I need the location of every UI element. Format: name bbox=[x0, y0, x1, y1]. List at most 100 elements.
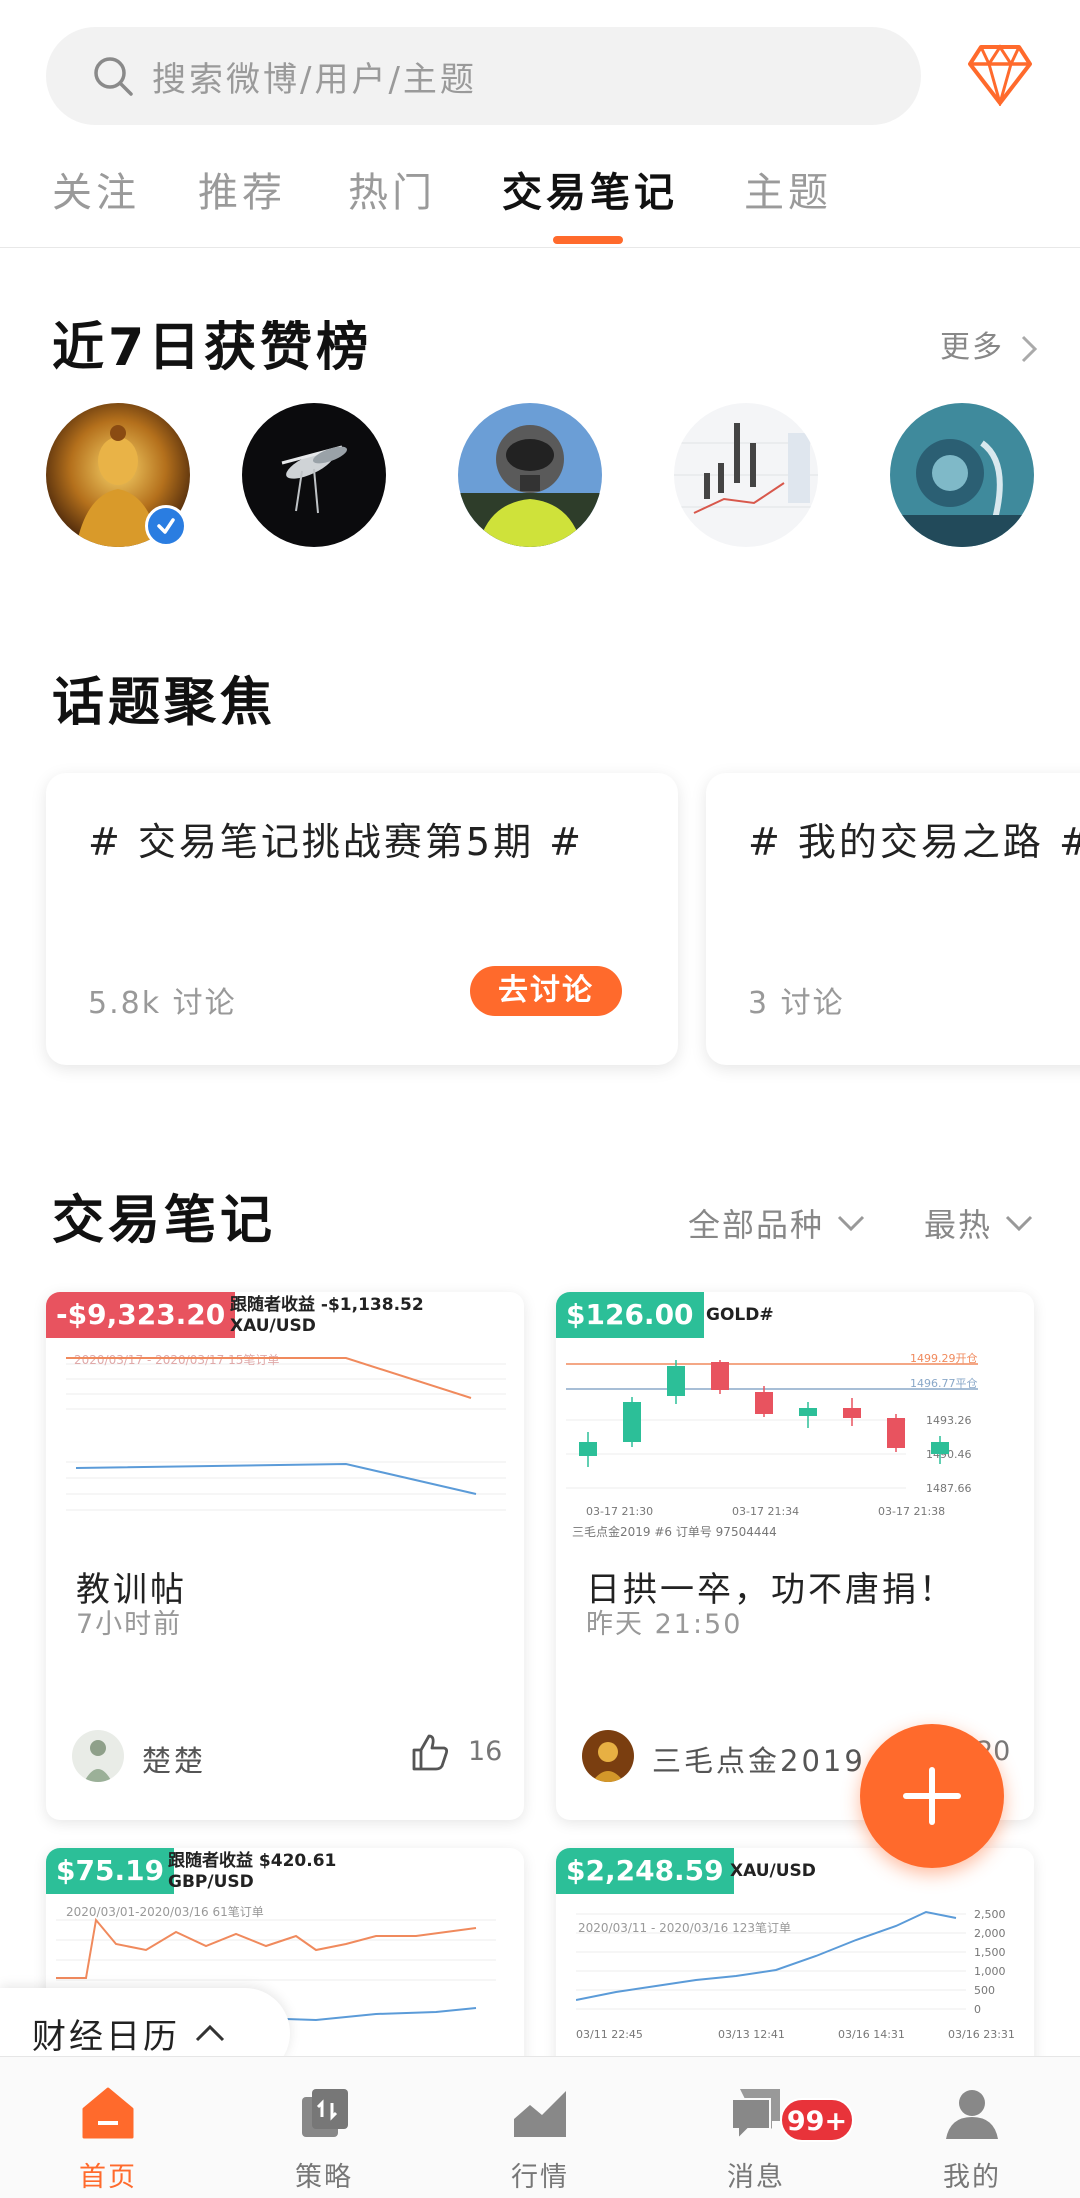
price-tick: 1493.26 bbox=[926, 1414, 972, 1427]
y-tick: 0 bbox=[974, 2003, 981, 2016]
x-tick: 03/11 22:45 bbox=[576, 2028, 643, 2041]
verified-badge-icon bbox=[145, 505, 187, 547]
topic-discussion-count: 3 讨论 bbox=[748, 986, 845, 1021]
bottom-navigation: 首页 策略 行情 消息 我的 bbox=[0, 2056, 1080, 2198]
tab-topics[interactable]: 主题 bbox=[744, 160, 832, 218]
thumbs-up-icon[interactable] bbox=[410, 1732, 450, 1772]
search-input[interactable]: 搜索微博/用户/主题 bbox=[46, 27, 921, 125]
nav-market[interactable]: 行情 bbox=[432, 2057, 648, 2198]
candlestick-chart: 1499.29开仓 1496.77平仓 1493.26 1490.46 1487… bbox=[566, 1351, 978, 1539]
profit-loss-badge: $2,248.59 bbox=[556, 1848, 734, 1894]
strategy-icon bbox=[302, 2089, 348, 2137]
nav-label: 策略 bbox=[295, 2162, 353, 2193]
create-note-button[interactable] bbox=[860, 1724, 1004, 1868]
chart-caption: 三毛点金2019 #6 订单号 97504444 bbox=[572, 1524, 777, 1539]
x-tick: 03/16 23:31 bbox=[948, 2028, 1015, 2041]
author-avatar[interactable] bbox=[72, 1730, 124, 1782]
message-count-badge: 99+ bbox=[780, 2098, 854, 2142]
follower-profit-label: 跟随者收益 $420.61 bbox=[168, 1851, 337, 1871]
equity-chart: 2020/03/17 - 2020/03/17 15笔订单 bbox=[66, 1352, 506, 1511]
chevron-down-icon bbox=[837, 1215, 865, 1232]
note-time: 7小时前 bbox=[76, 1609, 183, 1640]
time-tick: 03-17 21:38 bbox=[878, 1505, 945, 1518]
like-count: 16 bbox=[468, 1736, 503, 1767]
x-tick: 03/16 14:31 bbox=[838, 2028, 905, 2041]
art-avatar-image bbox=[890, 403, 1034, 547]
follower-profit-label: 跟随者收益 -$1,138.52 bbox=[230, 1295, 424, 1315]
nav-profile[interactable]: 我的 bbox=[864, 2057, 1080, 2198]
topics-title: 话题聚焦 bbox=[52, 673, 277, 733]
symbol-filter-label: 全部品种 bbox=[688, 1206, 825, 1244]
symbol-label: XAU/USD bbox=[730, 1861, 816, 1881]
market-chart-icon bbox=[514, 2091, 566, 2137]
open-price-label: 1499.29开仓 bbox=[910, 1351, 978, 1365]
vip-diamond-icon[interactable] bbox=[967, 44, 1033, 106]
nav-label: 首页 bbox=[79, 2162, 137, 2193]
time-tick: 03-17 21:30 bbox=[586, 1505, 653, 1518]
nav-label: 消息 bbox=[727, 2162, 785, 2193]
y-tick: 500 bbox=[974, 1984, 995, 1997]
sort-filter-label: 最热 bbox=[924, 1206, 993, 1244]
rider-avatar-image bbox=[458, 403, 602, 547]
home-icon bbox=[82, 2087, 134, 2139]
tab-bar: 关注 推荐 热门 交易笔记 主题 bbox=[0, 150, 1080, 248]
nav-home[interactable]: 首页 bbox=[0, 2057, 216, 2198]
search-placeholder: 搜索微博/用户/主题 bbox=[152, 59, 477, 100]
time-tick: 03-17 21:34 bbox=[732, 1505, 799, 1518]
x-tick: 03/13 12:41 bbox=[718, 2028, 785, 2041]
insect-avatar-image bbox=[242, 403, 386, 547]
topic-discussion-count: 5.8k 讨论 bbox=[88, 986, 237, 1021]
y-tick: 2,500 bbox=[974, 1908, 1006, 1921]
profit-loss-badge: $126.00 bbox=[556, 1292, 704, 1338]
chevron-up-icon bbox=[195, 2024, 225, 2042]
sort-filter-dropdown[interactable]: 最热 bbox=[924, 1200, 1034, 1246]
author-avatar[interactable] bbox=[582, 1730, 634, 1782]
notes-title: 交易笔记 bbox=[52, 1191, 277, 1251]
search-icon bbox=[94, 57, 133, 96]
topic-card-1[interactable]: # 交易笔记挑战赛第5期 # 5.8k 讨论 去讨论 bbox=[46, 773, 678, 1065]
topic-card-2[interactable]: # 我的交易之路 # 3 讨论 bbox=[706, 773, 1080, 1065]
equity-chart: 2020/03/11 - 2020/03/16 123笔订单 2,500 2,0… bbox=[576, 1908, 1015, 2041]
profit-loss-badge: -$9,323.20 bbox=[46, 1292, 236, 1338]
nav-label: 我的 bbox=[943, 2162, 1001, 2193]
symbol-filter-dropdown[interactable]: 全部品种 bbox=[688, 1200, 866, 1246]
tab-trading-notes[interactable]: 交易笔记 bbox=[502, 160, 678, 218]
author-name: 三毛点金2019 bbox=[652, 1744, 866, 1778]
symbol-label: GBP/USD bbox=[168, 1872, 254, 1892]
price-tick: 1487.66 bbox=[926, 1482, 972, 1495]
chart-avatar-image bbox=[674, 403, 818, 547]
leader-avatar-5[interactable] bbox=[890, 403, 1034, 547]
tab-recommended[interactable]: 推荐 bbox=[198, 160, 286, 218]
note-card-1[interactable]: -$9,323.20 跟随者收益 -$1,138.52 XAU/USD 2020… bbox=[46, 1292, 524, 1820]
leaderboard-more-link[interactable]: 更多 bbox=[940, 322, 1038, 366]
nav-label: 行情 bbox=[511, 2162, 569, 2193]
symbol-label: GOLD# bbox=[706, 1305, 774, 1325]
leader-avatar-3[interactable] bbox=[458, 403, 602, 547]
y-tick: 1,500 bbox=[974, 1946, 1006, 1959]
topic-card-title: # 交易笔记挑战赛第5期 # bbox=[88, 820, 585, 864]
more-label: 更多 bbox=[940, 330, 1004, 365]
tab-following[interactable]: 关注 bbox=[52, 160, 140, 218]
profit-loss-badge: $75.19 bbox=[46, 1848, 175, 1894]
leaderboard-title: 近7日获赞榜 bbox=[52, 318, 373, 378]
tab-hot[interactable]: 热门 bbox=[348, 160, 436, 218]
leader-avatar-4[interactable] bbox=[674, 403, 818, 547]
go-discuss-button[interactable]: 去讨论 bbox=[470, 966, 622, 1016]
note-card-4[interactable]: $2,248.59 XAU/USD 2020/03/11 - 2020/03/1… bbox=[556, 1848, 1034, 2088]
y-tick: 2,000 bbox=[974, 1927, 1006, 1940]
symbol-label: XAU/USD bbox=[230, 1316, 316, 1336]
nav-strategy[interactable]: 策略 bbox=[216, 2057, 432, 2198]
plus-icon bbox=[903, 1767, 961, 1825]
chart-caption: 2020/03/01-2020/03/16 61笔订单 bbox=[66, 1904, 264, 1919]
author-name: 楚楚 bbox=[142, 1744, 207, 1778]
calendar-label: 财经日历 bbox=[32, 2016, 180, 2057]
y-tick: 1,000 bbox=[974, 1965, 1006, 1978]
chart-caption: 2020/03/17 - 2020/03/17 15笔订单 bbox=[74, 1352, 279, 1367]
chevron-right-icon bbox=[1021, 335, 1037, 362]
active-tab-indicator bbox=[553, 236, 623, 244]
leader-avatar-2[interactable] bbox=[242, 403, 386, 547]
chart-caption: 2020/03/11 - 2020/03/16 123笔订单 bbox=[578, 1920, 791, 1935]
profile-icon bbox=[946, 2090, 998, 2139]
topic-card-title: # 我的交易之路 # bbox=[748, 820, 1080, 864]
note-time: 昨天 21:50 bbox=[586, 1609, 743, 1640]
